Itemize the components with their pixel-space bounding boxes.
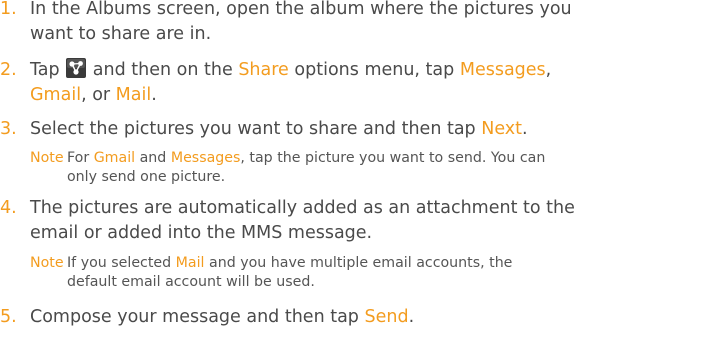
- step-1-line-1: In the Albums screen, open the album whe…: [30, 0, 572, 19]
- step-number: 4.: [0, 198, 17, 218]
- send-term: Send: [364, 307, 409, 327]
- note-3-line-2: only send one picture.: [67, 169, 226, 185]
- next-term: Next: [481, 119, 523, 139]
- note-body: For Gmail and Messages, tap the picture …: [67, 149, 545, 187]
- step-2-line-2: Gmail, or Mail.: [30, 83, 719, 108]
- tap-text: Tap: [30, 60, 60, 80]
- comma: ,: [545, 60, 552, 80]
- note-text: and you have multiple email accounts, th…: [209, 255, 513, 271]
- messages-term: Messages: [170, 150, 241, 166]
- step-4-line-2: email or added into the MMS message.: [30, 223, 373, 243]
- step-number: 2.: [0, 60, 17, 80]
- step-text: The pictures are automatically added as …: [30, 196, 719, 246]
- note-text: , tap the picture you want to send. You …: [240, 150, 546, 166]
- or-text: , or: [81, 85, 111, 105]
- mail-term: Mail: [115, 85, 152, 105]
- step-2-text-options: options menu, tap: [294, 60, 455, 80]
- step-text: Compose your message and then tap Send.: [30, 305, 719, 330]
- gmail-term: Gmail: [93, 150, 136, 166]
- messages-term: Messages: [459, 60, 546, 80]
- step-2-line-1: Tap and then on the Share options menu, …: [30, 58, 719, 83]
- step-text: Select the pictures you want to share an…: [30, 117, 719, 142]
- note-4-line-1: If you selected Mail and you have multip…: [67, 254, 512, 273]
- note-label: Note: [30, 255, 64, 271]
- note-label: Note: [30, 150, 64, 166]
- step-5-text: Compose your message and then tap: [30, 307, 359, 327]
- note-3-line-1: For Gmail and Messages, tap the picture …: [67, 149, 545, 168]
- step-text: Tap and then on the Share options menu, …: [30, 58, 719, 108]
- step-number: 3.: [0, 119, 17, 139]
- note-text: and: [139, 150, 167, 166]
- note-4-line-2: default email account will be used.: [67, 274, 315, 290]
- period: .: [151, 85, 157, 105]
- mail-term: Mail: [175, 255, 205, 271]
- note-body: If you selected Mail and you have multip…: [67, 254, 512, 292]
- period: .: [408, 307, 415, 327]
- step-text: In the Albums screen, open the album whe…: [30, 0, 719, 47]
- step-number: 1.: [0, 0, 17, 19]
- step-1-line-2: want to share are in.: [30, 24, 212, 44]
- step-3-line-1: Select the pictures you want to share an…: [30, 117, 719, 142]
- step-2-text: and then on the: [92, 60, 233, 80]
- period: .: [522, 119, 528, 139]
- step-4-line-1: The pictures are automatically added as …: [30, 198, 575, 218]
- step-number: 5.: [0, 307, 17, 327]
- share-icon: [66, 58, 87, 78]
- note-text: For: [67, 150, 90, 166]
- note-text: If you selected: [67, 255, 172, 271]
- step-3-text: Select the pictures you want to share an…: [30, 119, 476, 139]
- share-term: Share: [238, 60, 289, 80]
- step-5-line-1: Compose your message and then tap Send.: [30, 305, 719, 330]
- instruction-steps: 1. In the Albums screen, open the album …: [0, 0, 719, 339]
- gmail-term: Gmail: [30, 85, 82, 105]
